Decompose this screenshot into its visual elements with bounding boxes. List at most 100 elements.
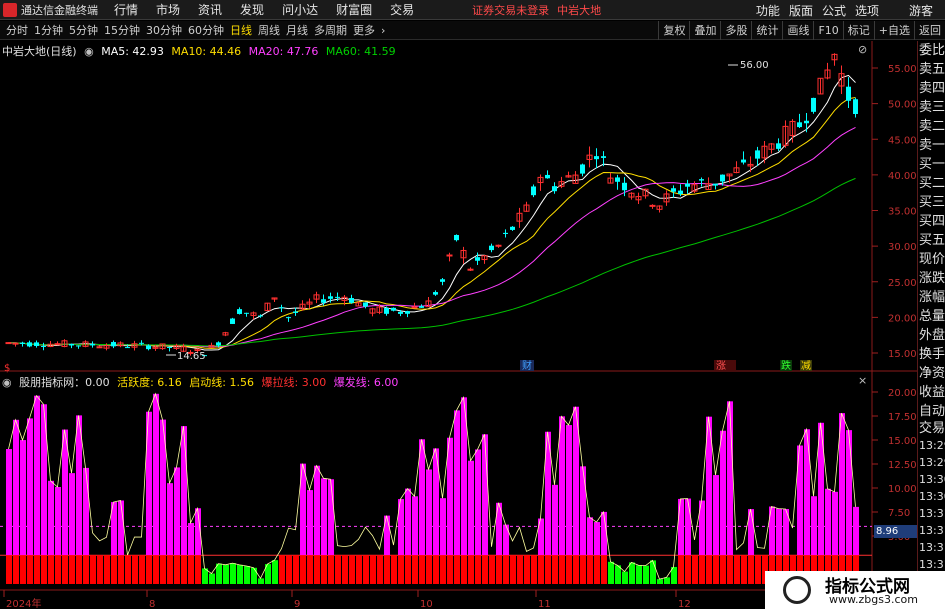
side-panel-item[interactable]: 涨跌 [918,269,945,288]
period-5min[interactable]: 5分钟 [69,22,98,38]
multi-stock-button[interactable]: 多股 [720,21,751,40]
indicator-bar [832,491,838,556]
side-panel-item[interactable]: 13:30 [918,487,945,504]
indicator-base-bar [111,555,117,584]
price-tick-label: 15.00 [888,349,917,360]
indicator-surge: 爆拉线: 3.00 [261,376,327,389]
kline-chart[interactable]: 55.00 50.00 45.00 40.00 35.00 30.00 25.00 20.00… [0,41,917,609]
side-panel-item[interactable]: 买三 [918,193,945,212]
candle-body-up [96,346,103,349]
side-panel-item[interactable]: 委比 [918,41,945,60]
period-weekly[interactable]: 周线 [258,22,280,38]
indicator-bar [48,480,54,556]
indicator-base-bar [468,555,474,584]
menu-item-wealth[interactable]: 财富圈 [336,1,372,18]
side-panel-item[interactable]: 外盘 [918,326,945,345]
menu-item-ask[interactable]: 问小达 [282,1,318,18]
indicator-base-bar [419,555,425,584]
side-panel-item[interactable]: 涨幅 [918,288,945,307]
indicator-base-bar [13,555,19,584]
side-panel-item[interactable]: 13:29 [918,453,945,470]
menu-item-market[interactable]: 市场 [156,1,180,18]
marker-fall[interactable]: 跌 [781,359,791,372]
side-panel-item[interactable]: 交易 [918,419,945,436]
indicator-base-bar [713,555,719,584]
chevron-right-icon[interactable]: › [381,24,385,37]
menu-item-trade[interactable]: 交易 [390,1,414,18]
menu-function[interactable]: 功能 [756,2,780,19]
candle-body-down [811,97,816,112]
mark-button[interactable]: 标记 [842,21,874,40]
indicator-base-bar [20,555,26,584]
side-panel-item[interactable]: 买二 [918,174,945,193]
side-panel-item[interactable]: 总量 [918,307,945,326]
period-more[interactable]: 更多 [353,22,375,38]
add-favorite-button[interactable]: +自选 [873,21,914,40]
price-tick-label: 45.00 [888,135,917,146]
chart-area[interactable]: 55.00 50.00 45.00 40.00 35.00 30.00 25.00 20.00… [0,41,917,609]
indicator-bar [83,467,89,556]
guest-user[interactable]: 游客 [909,2,933,19]
ma20-label: MA20: 47.76 [248,45,319,58]
indicator-bar [503,524,509,556]
side-panel-item[interactable]: 13:30 [918,470,945,487]
menu-layout[interactable]: 版面 [789,2,813,19]
side-panel-item[interactable]: 13:29 [918,436,945,453]
period-daily[interactable]: 日线 [230,22,252,38]
side-panel-item[interactable]: 卖一 [918,136,945,155]
indicator-base-bar [517,555,523,584]
candle-body-down [510,226,515,230]
side-panel-item[interactable]: 买四 [918,212,945,231]
settings-icon[interactable]: ◉ [84,45,94,58]
period-15min[interactable]: 15分钟 [104,22,140,38]
ma20-line [8,127,856,348]
side-panel-item[interactable]: 自动 [918,402,945,419]
f10-button[interactable]: F10 [813,21,842,40]
side-panel-item[interactable]: 换手 [918,345,945,364]
period-multi[interactable]: 多周期 [314,22,347,38]
indicator-bar [174,467,180,556]
side-panel-item[interactable]: 卖二 [918,117,945,136]
period-timeshare[interactable]: 分时 [6,22,28,38]
side-panel-item[interactable]: 现价 [918,250,945,269]
expand-icon[interactable]: ⊘ [858,43,867,56]
menu-item-discover[interactable]: 发现 [240,1,264,18]
indicator-base-bar [748,555,754,584]
draw-line-button[interactable]: 画线 [782,21,813,40]
menu-options[interactable]: 选项 [855,2,879,19]
ma5-label: MA5: 42.93 [101,45,164,58]
side-panel-item[interactable]: 卖五 [918,60,945,79]
period-monthly[interactable]: 月线 [286,22,308,38]
period-30min[interactable]: 30分钟 [146,22,182,38]
overlay-button[interactable]: 叠加 [689,21,720,40]
menu-formula[interactable]: 公式 [822,2,846,19]
indicator-base-bar [741,555,747,584]
marker-reduce[interactable]: 减 [801,360,811,372]
marker-finance[interactable]: 财 [522,359,532,372]
indicator-close-icon[interactable]: × [858,374,867,387]
side-panel-item[interactable]: 13:31 [918,504,945,521]
back-button[interactable]: 返回 [914,21,945,40]
side-panel-item[interactable]: 13:31 [918,538,945,555]
side-panel-item[interactable]: 卖三 [918,98,945,117]
period-60min[interactable]: 60分钟 [188,22,224,38]
menu-item-quotes[interactable]: 行情 [114,1,138,18]
candle-body-down [230,318,235,324]
indicator-bar [552,484,558,556]
side-panel-item[interactable]: 收益 [918,383,945,402]
side-panel-item[interactable]: 买五 [918,231,945,250]
side-panel-item[interactable]: 买一 [918,155,945,174]
restore-rights-button[interactable]: 复权 [658,21,689,40]
side-panel-item[interactable]: 净资 [918,364,945,383]
menu-item-news[interactable]: 资讯 [198,1,222,18]
side-panel-item[interactable]: 13:31 [918,521,945,538]
side-panel-item[interactable]: 13:31 [918,555,945,572]
side-panel-item[interactable]: 卖四 [918,79,945,98]
indicator-settings-icon[interactable]: ◉ [2,376,12,389]
login-warning[interactable]: 证券交易未登录 [472,2,549,18]
marker-rise[interactable]: 涨 [716,360,726,372]
statistics-button[interactable]: 统计 [751,21,782,40]
period-1min[interactable]: 1分钟 [34,22,63,38]
indicator-base-bar [90,555,96,584]
indicator-base-bar [300,555,306,584]
